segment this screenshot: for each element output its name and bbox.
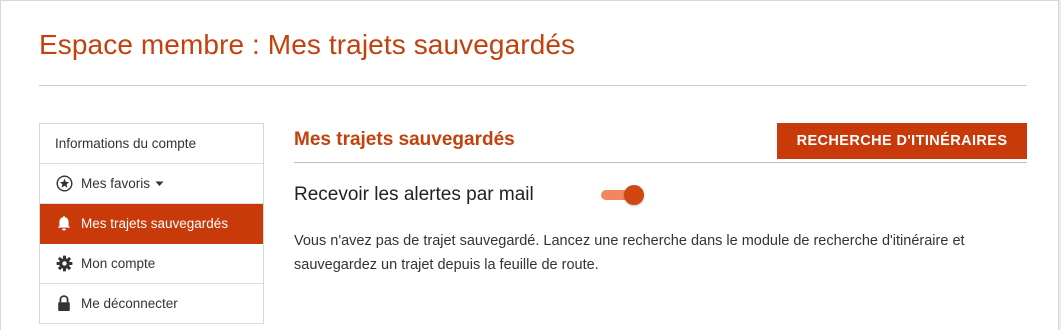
email-alerts-label: Recevoir les alertes par mail [294, 184, 534, 205]
caret-down-icon [155, 181, 164, 187]
member-area-card: Espace membre : Mes trajets sauvegardés … [0, 0, 1059, 330]
itinerary-search-button[interactable]: RECHERCHE D'ITINÉRAIRES [777, 123, 1027, 159]
email-alerts-toggle[interactable] [599, 184, 647, 206]
section-title: Mes trajets sauvegardés [294, 129, 515, 150]
bell-icon [55, 215, 73, 233]
sidebar-item-label: Mes favoris [81, 176, 151, 191]
star-circle-icon [55, 175, 73, 193]
sidebar-item-my-account[interactable]: Mon compte [40, 244, 263, 284]
sidebar-item-label: Informations du compte [55, 136, 197, 151]
gear-icon [55, 255, 73, 273]
sidebar-item-label: Mon compte [81, 256, 156, 271]
account-sidebar: Informations du compte Mes favoris Mes t… [39, 123, 264, 324]
title-divider [39, 85, 1027, 86]
sidebar-item-favorites[interactable]: Mes favoris [40, 164, 263, 204]
section-divider [294, 162, 1027, 163]
toggle-knob [624, 185, 644, 205]
sidebar-item-account-info[interactable]: Informations du compte [40, 124, 263, 164]
sidebar-item-label: Me déconnecter [81, 296, 178, 311]
empty-state-message: Vous n'avez pas de trajet sauvegardé. La… [294, 233, 965, 273]
lock-icon [55, 295, 73, 313]
sidebar-item-logout[interactable]: Me déconnecter [40, 284, 263, 324]
sidebar-item-label: Mes trajets sauvegardés [81, 216, 229, 231]
sidebar-item-saved-trips[interactable]: Mes trajets sauvegardés [40, 204, 263, 244]
page-title: Espace membre : Mes trajets sauvegardés [39, 29, 576, 60]
